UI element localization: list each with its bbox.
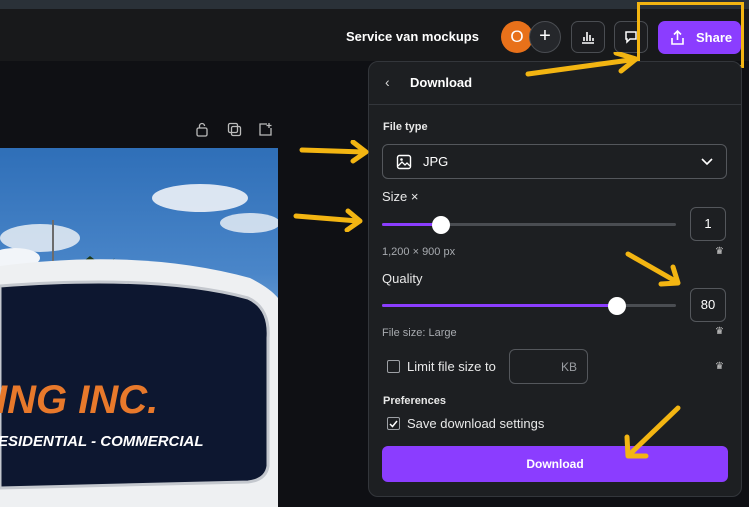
annotation-arrow-download [624, 405, 681, 459]
panel-divider [369, 104, 741, 105]
size-label: Size × [382, 189, 419, 204]
annotation-arrow-file-type [299, 140, 369, 164]
crown-icon: ♛ [715, 326, 724, 337]
limit-file-size-label: Limit file size to [407, 359, 496, 374]
annotation-arrow-quality [625, 251, 681, 287]
design-title[interactable]: Service van mockups [346, 29, 479, 44]
size-slider-thumb[interactable] [431, 216, 450, 234]
image-icon [396, 154, 412, 170]
insights-button[interactable] [571, 21, 605, 53]
chevron-down-icon [701, 158, 713, 166]
add-page-icon[interactable] [258, 122, 273, 142]
quality-label: Quality [382, 271, 423, 286]
van-text-brand: ING INC. [0, 378, 158, 422]
back-chevron-icon[interactable]: ‹ [385, 74, 390, 90]
size-input[interactable]: 1 [690, 207, 726, 241]
crown-icon: ♛ [715, 246, 724, 257]
save-settings-checkbox[interactable] [387, 417, 400, 430]
checkmark-icon [389, 420, 398, 428]
save-settings-label: Save download settings [407, 416, 545, 431]
quality-slider-fill [382, 304, 618, 307]
preferences-label: Preferences [383, 395, 446, 407]
crown-icon: ♛ [715, 361, 724, 372]
quality-input[interactable]: 80 [690, 288, 726, 322]
bar-chart-icon [582, 32, 594, 44]
limit-file-size-checkbox[interactable] [387, 360, 400, 373]
lock-icon[interactable] [195, 122, 209, 142]
van-photo[interactable]: ING INC. ESIDENTIAL - COMMERCIAL [0, 148, 278, 507]
van-text-services: ESIDENTIAL - COMMERCIAL [0, 433, 204, 450]
kb-unit: KB [560, 360, 577, 374]
add-collaborator-button[interactable]: + [529, 21, 561, 53]
share-highlight-box [637, 2, 744, 68]
duplicate-page-icon[interactable] [227, 122, 242, 142]
file-type-select[interactable]: JPG [382, 144, 727, 179]
annotation-arrow-size [293, 208, 363, 232]
file-size-limit-input[interactable]: KB [509, 349, 588, 384]
annotation-arrow-share [525, 52, 639, 77]
panel-title: Download [410, 75, 473, 90]
file-type-value: JPG [423, 154, 449, 169]
file-type-label: File type [383, 121, 428, 133]
dimensions-text: 1,200 × 900 px [382, 246, 456, 258]
van-illustration: ING INC. ESIDENTIAL - COMMERCIAL [0, 184, 278, 507]
file-size-text: File size: Large [382, 327, 457, 339]
